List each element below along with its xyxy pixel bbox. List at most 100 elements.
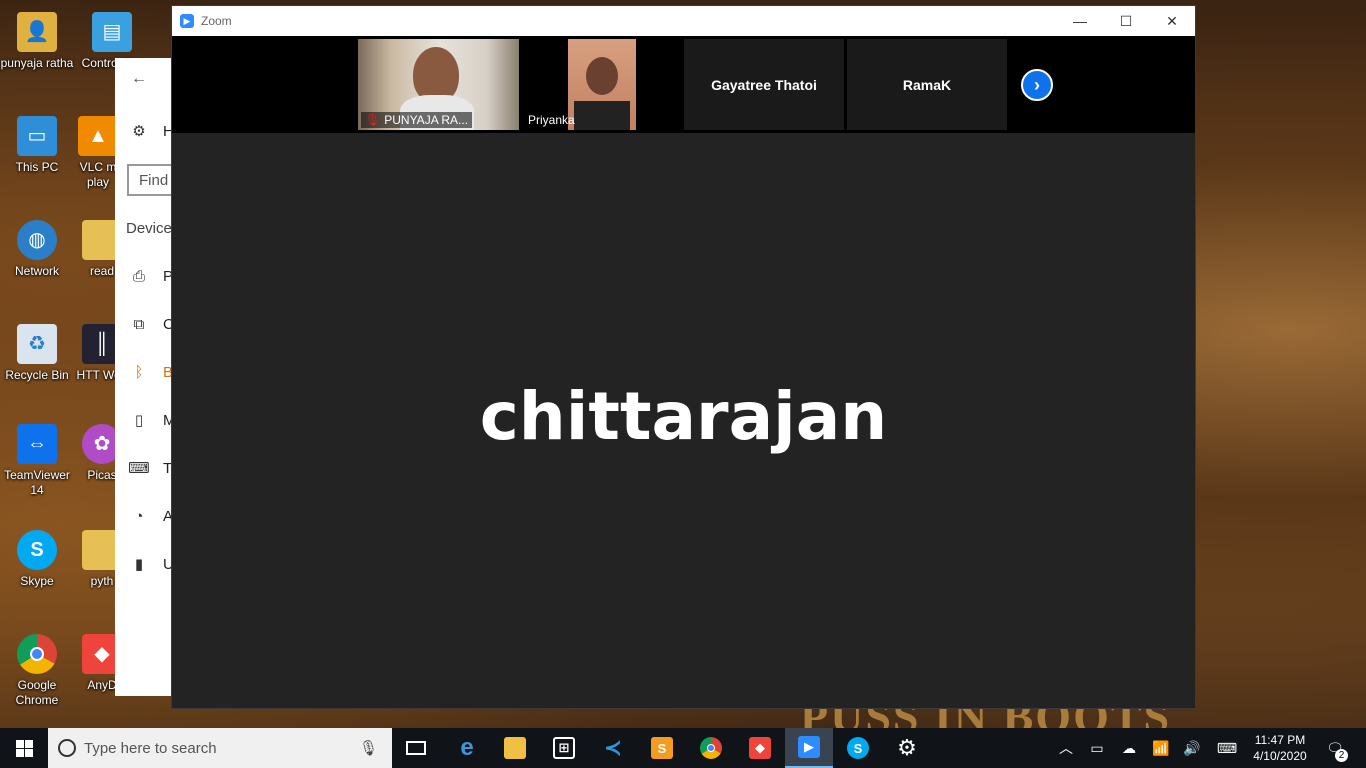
participant-name-label: 🎙 PUNYAJA RA...: [361, 112, 473, 128]
skype-icon: S: [17, 530, 57, 570]
skype-icon: S: [847, 737, 869, 759]
volume-icon[interactable]: 🔊: [1181, 728, 1203, 768]
chevron-up-icon: ︿: [1059, 740, 1073, 756]
desktop-icon-label: Skype: [20, 574, 54, 588]
participant-body: [574, 101, 630, 130]
control-panel-icon: ▤: [92, 12, 132, 52]
back-arrow-icon[interactable]: ←: [131, 70, 147, 88]
windows-logo-icon: [15, 739, 33, 757]
participant-name-tile[interactable]: Gayatree Thatoi: [684, 39, 844, 130]
action-center-button[interactable]: 🗨 2: [1320, 728, 1350, 768]
chrome-icon: [17, 634, 57, 674]
store-icon: ⊞: [553, 737, 575, 759]
zoom-window[interactable]: ▶ Zoom — ☐ ✕ 🎙 PUNYAJA RA... Priyanka Ga…: [171, 5, 1196, 709]
active-speaker-view[interactable]: chittarajan: [172, 133, 1195, 708]
participant-name-label: Priyanka: [524, 112, 579, 128]
participant-strip: 🎙 PUNYAJA RA... Priyanka Gayatree Thatoi…: [172, 36, 1195, 133]
desktop-icon-label: Network: [14, 264, 59, 278]
maximize-button[interactable]: ☐: [1103, 6, 1149, 36]
desktop-icon-skype[interactable]: S Skype: [0, 530, 74, 589]
participant-name: RamaK: [902, 76, 952, 93]
desktop-icon-label: pyth: [90, 574, 114, 588]
gear-icon: ⚙: [897, 735, 917, 760]
next-participants-button[interactable]: ›: [1021, 69, 1053, 101]
participant-name-tile[interactable]: RamaK: [847, 39, 1007, 130]
participant-face: [586, 57, 618, 95]
taskbar-app-store[interactable]: ⊞: [540, 728, 588, 768]
taskbar-app-zoom[interactable]: ▶: [785, 728, 833, 768]
desktop-icon-label: Recycle Bin: [5, 368, 69, 382]
desktop-icon-label: read: [89, 264, 115, 278]
taskbar-app-vscode[interactable]: ≺: [589, 728, 637, 768]
close-button[interactable]: ✕: [1149, 6, 1195, 36]
participant-name: Gayatree Thatoi: [711, 76, 817, 93]
bluetooth-icon: ᛒ: [134, 363, 144, 381]
edge-icon: e: [460, 734, 474, 761]
taskbar-app-chrome[interactable]: [687, 728, 735, 768]
printer-icon: ⎙: [132, 267, 145, 285]
sublime-text-icon: S: [651, 737, 673, 759]
taskbar-app-settings[interactable]: ⚙: [883, 728, 931, 768]
active-speaker-name: chittarajan: [479, 378, 888, 455]
autoplay-icon: ◔: [134, 507, 144, 525]
desktop-icon-recycle-bin[interactable]: ♻ Recycle Bin: [0, 324, 74, 383]
vlc-icon: ▲: [78, 116, 118, 156]
clock-date: 4/10/2020: [1253, 749, 1307, 763]
taskbar-clock[interactable]: 11:47 PM 4/10/2020: [1248, 732, 1312, 764]
participant-name: PUNYAJA RA...: [384, 113, 469, 127]
chrome-icon: [700, 737, 722, 759]
keyboard-icon[interactable]: ⌨: [1212, 728, 1242, 768]
taskbar-app-sublime[interactable]: S: [638, 728, 686, 768]
desktop-icon-label: TeamViewer 14: [4, 468, 70, 497]
zoom-icon: ▶: [798, 736, 820, 758]
taskbar: Type here to search 🎙 e ⊞ ≺ S ◆ ▶ S ⚙ ︿ …: [0, 728, 1366, 768]
desktop-icon-chrome[interactable]: Google Chrome: [0, 634, 74, 708]
desktop-icon-label: Picas: [87, 468, 117, 482]
task-view-button[interactable]: [392, 728, 440, 768]
start-button[interactable]: [0, 728, 48, 768]
desktop-icon-label: punyaja ratha: [0, 56, 74, 70]
settings-section-title: Device: [126, 220, 172, 237]
minimize-button[interactable]: —: [1057, 6, 1103, 36]
anydesk-icon: ◆: [749, 737, 771, 759]
task-view-icon: [406, 741, 426, 755]
show-hidden-icons-button[interactable]: ︿: [1054, 728, 1078, 768]
battery-icon[interactable]: ▭: [1086, 728, 1108, 768]
zoom-titlebar[interactable]: ▶ Zoom — ☐ ✕: [172, 6, 1195, 36]
search-icon: [58, 739, 76, 757]
taskbar-app-anydesk[interactable]: ◆: [736, 728, 784, 768]
usb-icon: ▮: [134, 556, 144, 573]
desktop-icon-punyaja-ratha[interactable]: 👤 punyaja ratha: [0, 12, 74, 71]
folder-icon: [504, 737, 526, 759]
network-icon: ◍: [17, 220, 57, 260]
participant-video-tile[interactable]: 🎙 PUNYAJA RA...: [358, 39, 519, 130]
desktop-icon-network[interactable]: ◍ Network: [0, 220, 74, 279]
keyboard-icon: ⌨: [128, 460, 150, 477]
muted-mic-icon: 🎙: [365, 113, 381, 127]
participant-video-tile[interactable]: Priyanka: [521, 39, 682, 130]
chevron-right-icon: ›: [1034, 74, 1040, 95]
clock-time: 11:47 PM: [1254, 733, 1306, 747]
desktop-icon-label: This PC: [15, 160, 59, 174]
wifi-icon[interactable]: 📶: [1150, 728, 1172, 768]
desktop-icon-teamviewer[interactable]: ⇔ TeamViewer 14: [0, 424, 74, 498]
taskbar-app-skype[interactable]: S: [834, 728, 882, 768]
desktop-icon-this-pc[interactable]: ▭ This PC: [0, 116, 74, 175]
taskbar-app-file-explorer[interactable]: [491, 728, 539, 768]
notification-count: 2: [1335, 749, 1348, 762]
vscode-icon: ≺: [603, 735, 623, 760]
zoom-logo-icon: ▶: [180, 14, 194, 28]
microphone-icon[interactable]: 🎙: [359, 739, 378, 757]
onedrive-icon[interactable]: ☁: [1118, 728, 1140, 768]
desktop-icon-label: AnyD: [87, 678, 117, 692]
participant-name: Priyanka: [528, 113, 575, 127]
taskbar-app-edge[interactable]: e: [443, 728, 491, 768]
taskbar-search-input[interactable]: Type here to search 🎙: [48, 728, 392, 768]
window-title: Zoom: [201, 14, 232, 28]
gear-icon: ⚙: [132, 123, 146, 140]
user-folder-icon: 👤: [17, 12, 57, 52]
desktop-icon-label: Google Chrome: [15, 678, 59, 707]
teamviewer-icon: ⇔: [17, 424, 57, 464]
devices-icon: ⧉: [133, 315, 145, 333]
desktop-icon-label: VLC m play: [79, 160, 117, 189]
